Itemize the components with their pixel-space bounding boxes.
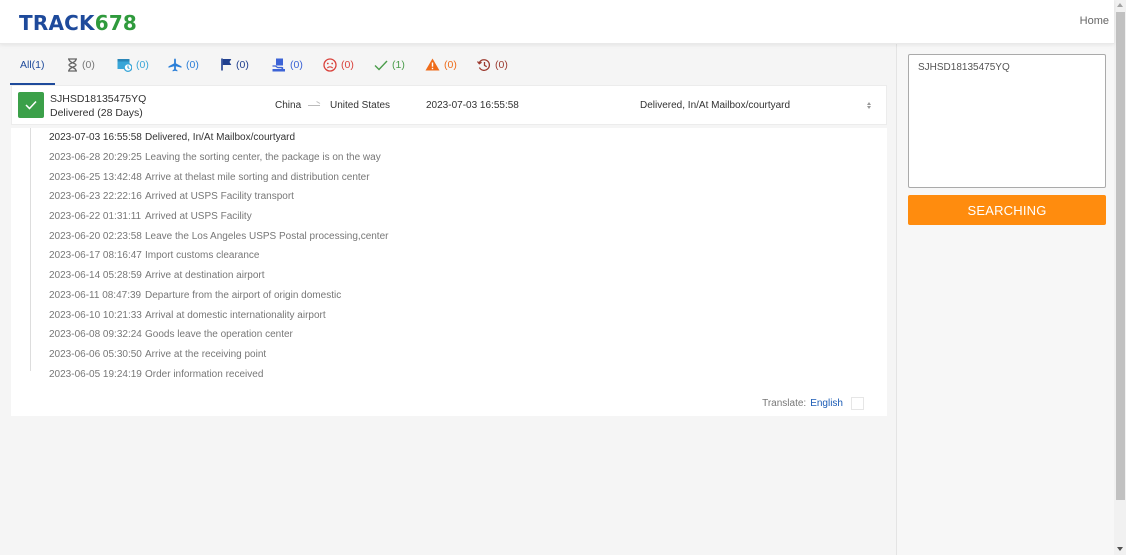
shipment-status: Delivered (28 Days) [50, 107, 143, 119]
sad-face-icon [323, 57, 337, 72]
hourglass-icon [67, 57, 78, 72]
event-description: Arrival at domestic internationality air… [145, 310, 326, 321]
tab-undelivered[interactable]: (0) [323, 44, 354, 85]
delivered-status-badge [18, 92, 44, 118]
latest-event-time: 2023-07-03 16:55:58 [426, 100, 519, 111]
event-description: Arrive at the receiving point [145, 349, 267, 360]
tab-count: (0) [186, 58, 199, 71]
event-description: Delivered, In/At Mailbox/courtyard [145, 132, 296, 143]
event-row: 2023-06-06 05:30:50 Arrive at the receivi… [49, 349, 266, 363]
tab-count: (0) [444, 58, 457, 71]
tab-alert[interactable]: (0) [425, 44, 457, 85]
event-description: Leave the Los Angeles USPS Postal proces… [145, 231, 389, 242]
tab-count: (1) [31, 58, 45, 71]
shipment-summary-row[interactable]: SJHSD18135475YQ Delivered (28 Days) Chin… [11, 85, 887, 125]
pickup-clock-icon [117, 58, 132, 72]
event-time: 2023-06-17 08:16:47 [49, 250, 142, 261]
tab-count: (0) [290, 58, 303, 71]
origin-country: China [275, 100, 302, 111]
latest-event-description: Delivered, In/At Mailbox/courtyard [640, 100, 791, 111]
destination-country: United States [330, 100, 391, 111]
event-row: 2023-06-05 19:24:19 Order information rec… [49, 369, 263, 383]
results-panel: All (1) (0) (0) (0) (0) (0) (0) (1) (0) … [0, 44, 896, 555]
event-row: 2023-06-23 22:22:16 Arrived at USPS Facil… [49, 191, 294, 205]
event-time: 2023-06-28 20:29:25 [49, 152, 142, 163]
history-icon [477, 58, 491, 72]
event-description: Arrived at USPS Facility [145, 211, 252, 222]
event-row: 2023-06-28 20:29:25 Leaving the sorting c… [49, 152, 381, 166]
flag-icon [221, 58, 232, 71]
event-row: 2023-06-20 02:23:58 Leave the Los Angeles… [49, 231, 388, 245]
event-time: 2023-06-25 13:42:48 [49, 172, 142, 183]
scrollbar-thumb[interactable] [1116, 12, 1125, 500]
translate-language-link[interactable]: English [810, 398, 843, 409]
event-description: Import customs clearance [145, 250, 260, 261]
event-row: 2023-06-14 05:28:59 Arrive at destination… [49, 270, 265, 284]
event-description: Arrived at USPS Facility transport [145, 191, 294, 202]
checkmark-icon [374, 59, 388, 71]
airplane-icon [168, 58, 182, 72]
event-time: 2023-06-05 19:24:19 [49, 369, 142, 380]
top-header: TRACK678 Home [0, 0, 1114, 44]
tab-count: (0) [136, 58, 149, 71]
tab-not-found[interactable]: (0) [67, 44, 95, 85]
tab-pick-up[interactable]: (0) [221, 44, 249, 85]
tab-all[interactable]: All (1) [10, 44, 54, 85]
tab-out-for-delivery[interactable]: (0) [272, 44, 303, 85]
search-button[interactable]: SEARCHING [908, 195, 1106, 225]
event-time: 2023-07-03 16:55:58 [49, 132, 142, 143]
event-description: Order information received [145, 369, 264, 380]
tab-count: (1) [392, 58, 405, 71]
event-time: 2023-06-11 08:47:39 [49, 290, 142, 301]
page-scrollbar[interactable] [1114, 0, 1126, 555]
tab-label: All [20, 58, 32, 71]
logo[interactable]: TRACK678 [19, 11, 137, 35]
warning-icon [425, 58, 440, 71]
tab-count: (0) [495, 58, 508, 71]
tab-count: (0) [341, 58, 354, 71]
tab-count: (0) [82, 58, 95, 71]
event-row: 2023-06-10 10:21:33 Arrival at domestic i… [49, 310, 326, 324]
translate-control: Translate: English [762, 397, 864, 410]
event-description: Goods leave the operation center [145, 329, 293, 340]
tracking-number-input[interactable]: SJHSD18135475YQ [908, 54, 1106, 188]
tab-delivered[interactable]: (1) [374, 44, 405, 85]
status-filter-tabs: All (1) (0) (0) (0) (0) (0) (0) (1) (0) … [0, 44, 896, 85]
translate-label: Translate: [762, 398, 807, 409]
route-arrow-icon [308, 105, 320, 106]
timeline-line [30, 128, 31, 371]
delivery-hand-icon [272, 58, 286, 72]
translate-checkbox[interactable] [851, 397, 864, 410]
event-description: Arrive at thelast mile sorting and distr… [145, 172, 370, 183]
event-time: 2023-06-08 09:32:24 [49, 329, 142, 340]
event-time: 2023-06-14 05:28:59 [49, 270, 142, 281]
checkmark-icon [25, 100, 37, 110]
event-description: Leaving the sorting center, the package … [145, 152, 381, 163]
search-sidebar: SJHSD18135475YQ SEARCHING [896, 44, 1114, 555]
event-time: 2023-06-10 10:21:33 [49, 310, 142, 321]
tab-expired[interactable]: (0) [477, 44, 508, 85]
event-row: 2023-06-11 08:47:39 Departure from the ai… [49, 290, 341, 304]
event-row: 2023-07-03 16:55:58 Delivered, In/At Mail… [49, 132, 295, 146]
event-description: Departure from the airport of origin dom… [145, 290, 342, 301]
event-time: 2023-06-22 01:31:11 [49, 211, 142, 222]
scroll-down-arrow-icon[interactable] [1117, 547, 1123, 551]
event-row: 2023-06-25 13:42:48 Arrive at thelast mil… [49, 172, 370, 186]
event-row: 2023-06-08 09:32:24 Goods leave the opera… [49, 329, 293, 343]
scroll-up-arrow-icon[interactable] [1117, 3, 1123, 7]
tracking-events-timeline: 2023-07-03 16:55:58 Delivered, In/At Mail… [11, 128, 887, 416]
event-description: Arrive at destination airport [145, 270, 265, 281]
event-row: 2023-06-17 08:16:47 Import customs cleara… [49, 250, 260, 264]
event-row: 2023-06-22 01:31:11 Arrived at USPS Facil… [49, 211, 252, 225]
event-time: 2023-06-20 02:23:58 [49, 231, 142, 242]
event-time: 2023-06-06 05:30:50 [49, 349, 142, 360]
tracking-number: SJHSD18135475YQ [50, 93, 147, 105]
tab-info-received[interactable]: (0) [117, 44, 149, 85]
expand-collapse-icon[interactable] [864, 98, 874, 112]
tab-in-transit[interactable]: (0) [168, 44, 199, 85]
event-time: 2023-06-23 22:22:16 [49, 191, 142, 202]
tab-count: (0) [236, 58, 249, 71]
home-link[interactable]: Home [1080, 15, 1109, 27]
